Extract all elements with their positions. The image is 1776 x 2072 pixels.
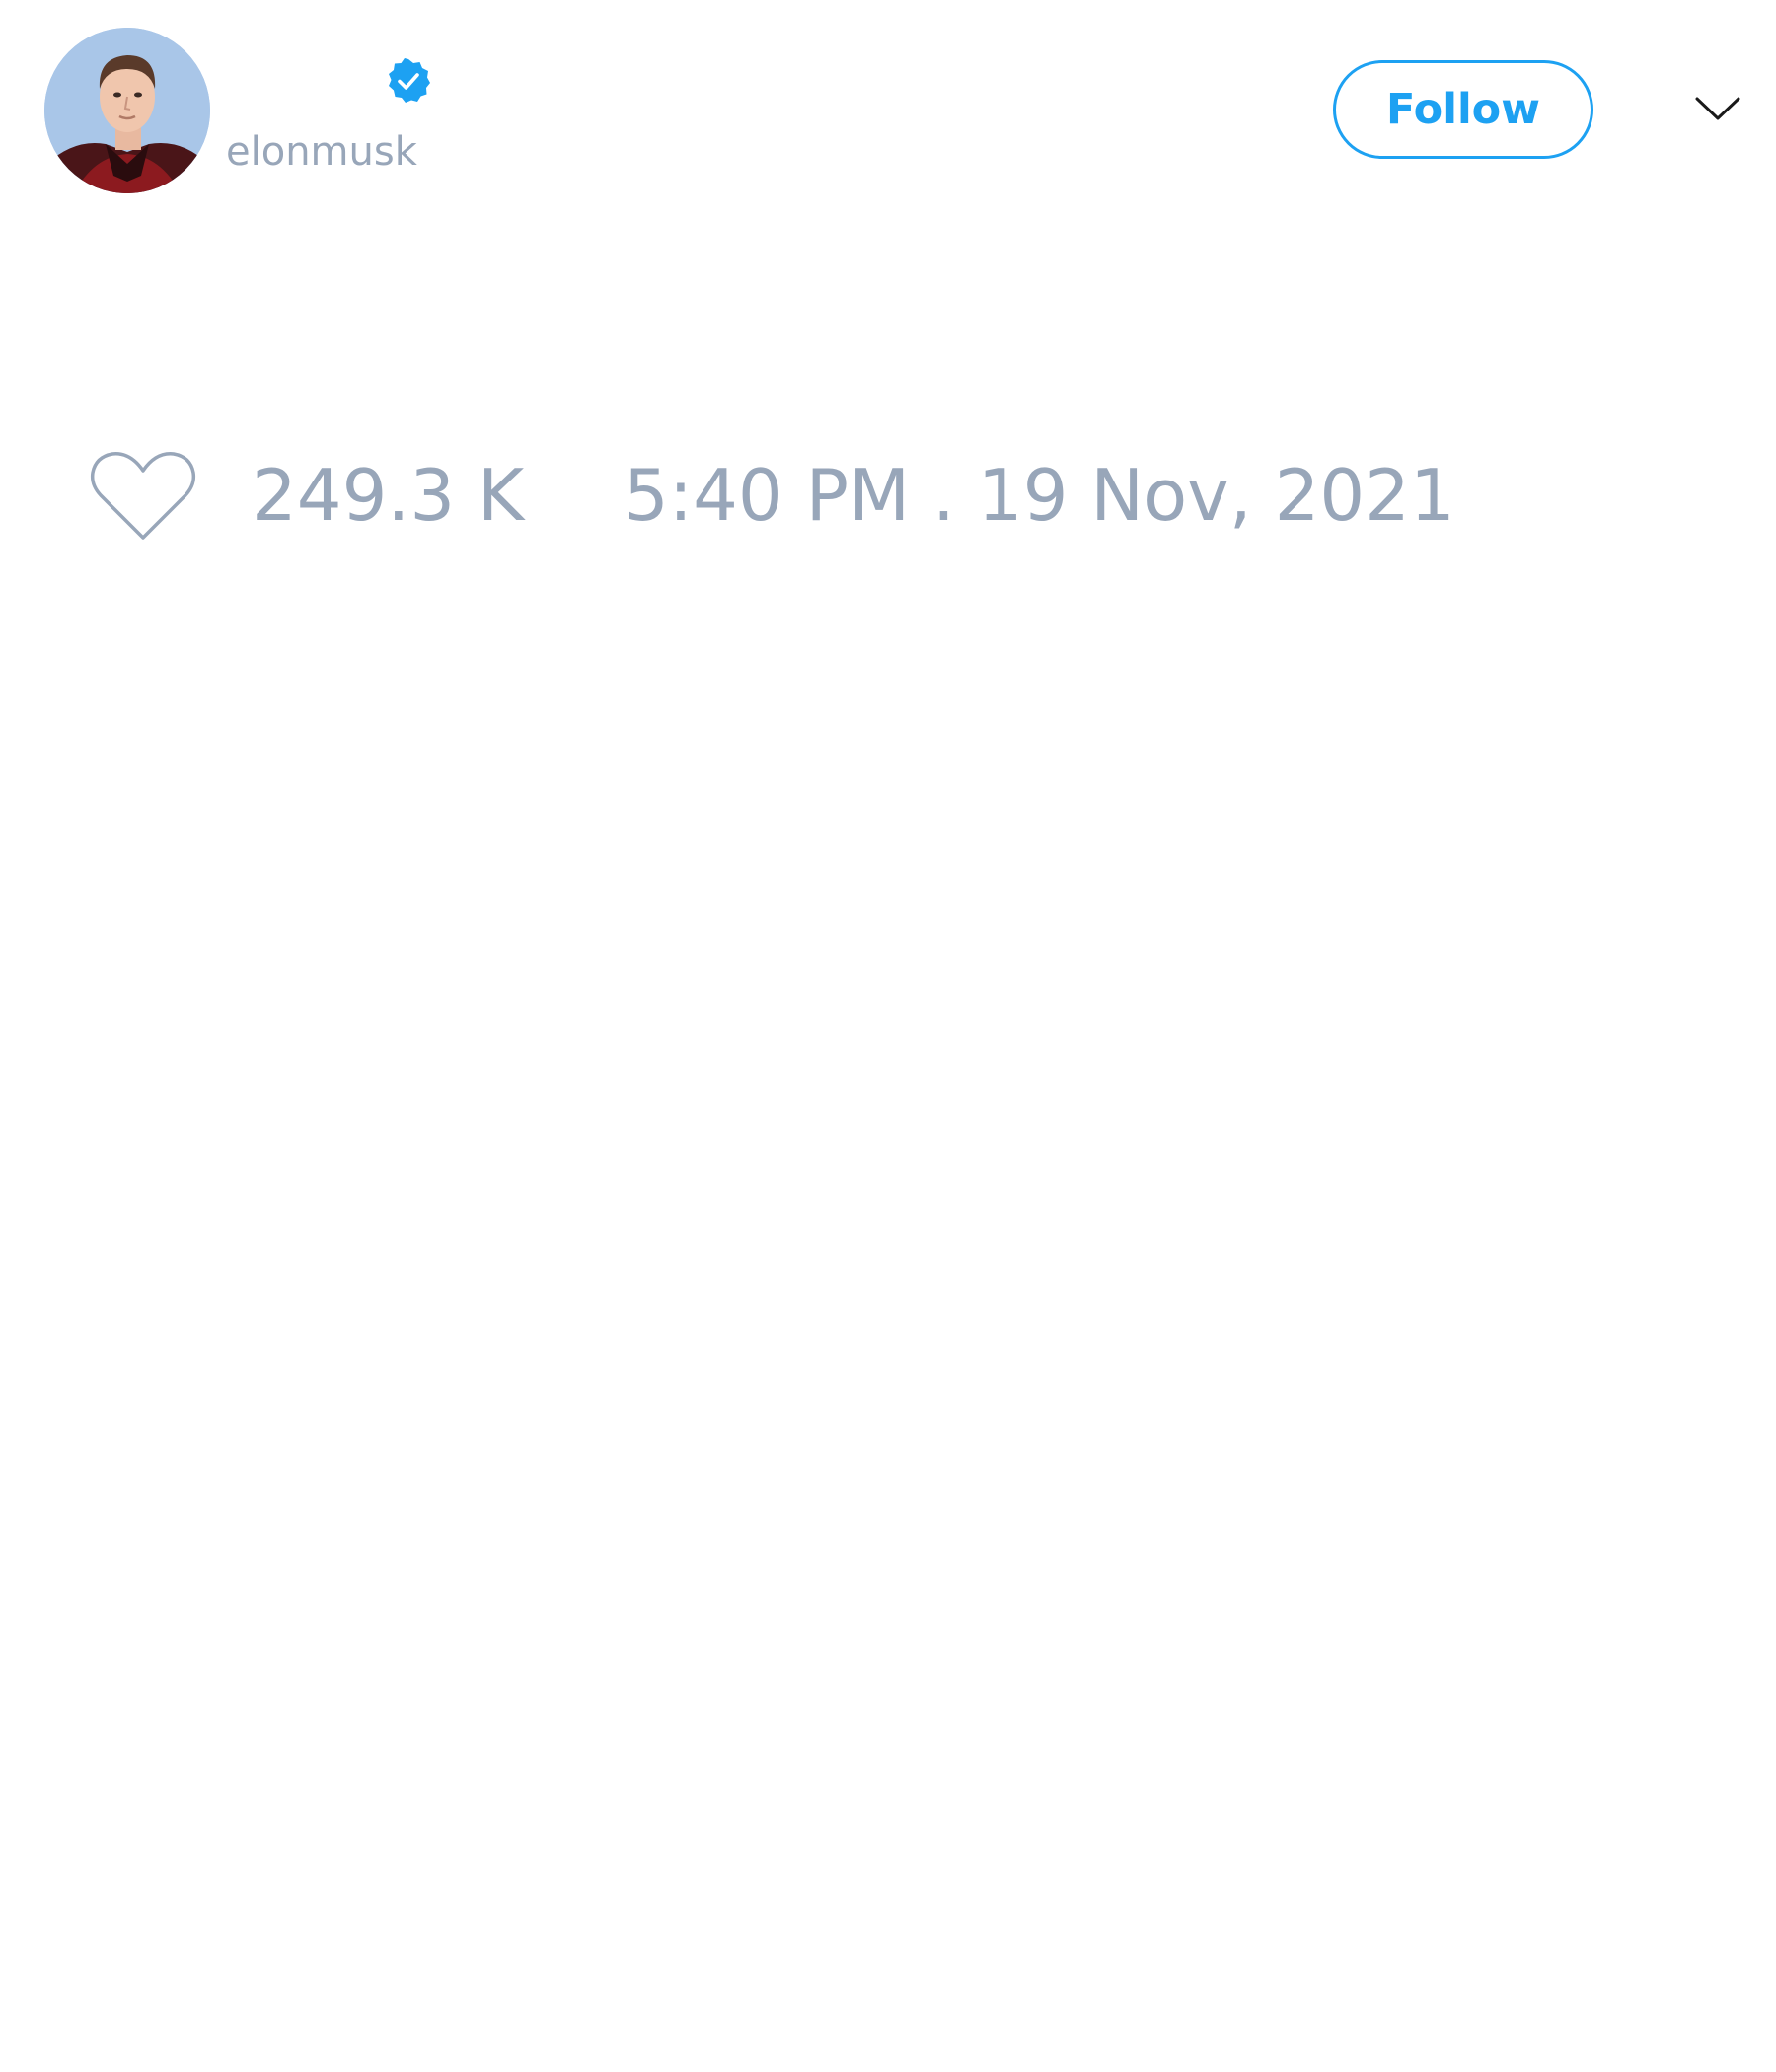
avatar-image xyxy=(44,28,210,193)
like-count: 249.3 K xyxy=(252,454,525,537)
avatar[interactable] xyxy=(44,28,210,193)
heart-icon[interactable] xyxy=(89,449,197,544)
author-handle[interactable]: elonmusk xyxy=(226,126,417,178)
chevron-down-icon[interactable] xyxy=(1693,91,1742,126)
tweet-embed: elonmusk Follow 249.3 K 5:40 PM . 19 Nov… xyxy=(0,0,1776,2072)
follow-button[interactable]: Follow xyxy=(1333,60,1593,159)
tweet-timestamp[interactable]: 5:40 PM . 19 Nov, 2021 xyxy=(624,456,1455,535)
verified-badge-icon xyxy=(385,57,432,105)
